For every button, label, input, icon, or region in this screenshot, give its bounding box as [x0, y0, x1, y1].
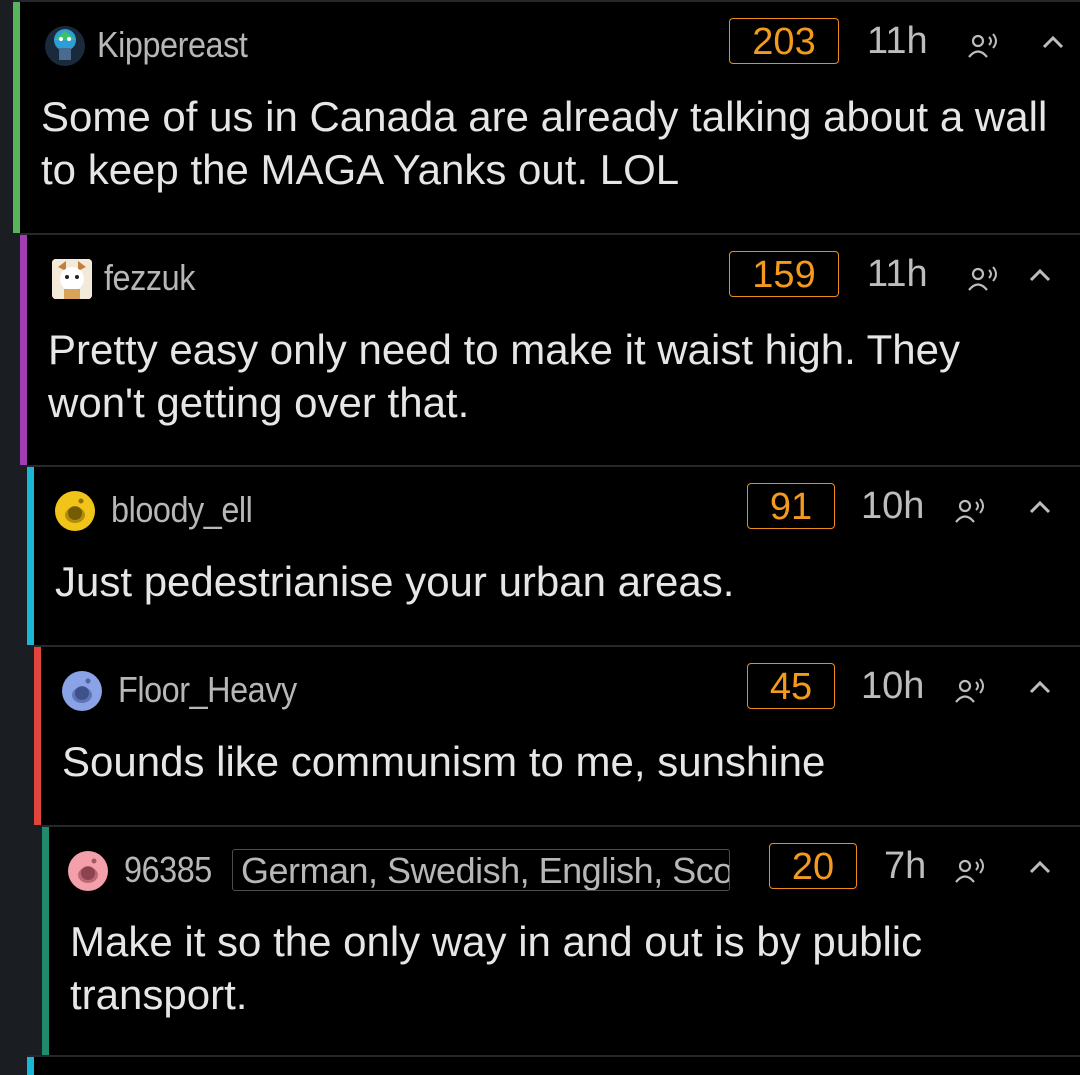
speaker-icon[interactable]: [954, 857, 988, 885]
username[interactable]: 96385: [124, 849, 212, 891]
timestamp: 10h: [861, 665, 925, 707]
comment-header: 96385 German, Swedish, English, Scot 20 …: [42, 827, 1080, 891]
collapse-chevron-icon[interactable]: [1027, 857, 1053, 877]
snoo-avatar-icon[interactable]: [55, 491, 95, 531]
comment[interactable]: Kippereast 203 11h Some of us in Canada …: [13, 0, 1080, 233]
user-avatar-icon[interactable]: [45, 26, 85, 66]
depth-bar: [27, 1057, 34, 1075]
comment-text: Sounds like communism to me, sunshine: [62, 738, 826, 785]
username[interactable]: fezzuk: [104, 257, 195, 299]
comment[interactable]: 96385 German, Swedish, English, Scot 20 …: [42, 825, 1080, 1057]
comment-header: Floor_Heavy 45 10h: [34, 647, 1080, 711]
collapse-chevron-icon[interactable]: [1027, 677, 1053, 697]
snoo-avatar-icon[interactable]: [62, 671, 102, 711]
user-flair: German, Swedish, English, Scot: [232, 849, 730, 891]
comment-header: fezzuk 159 11h: [20, 235, 1080, 299]
comment-header: Kippereast 203 11h: [13, 2, 1080, 66]
timestamp: 11h: [867, 20, 928, 62]
comment-text: Pretty easy only need to make it waist h…: [48, 326, 961, 426]
score-badge: 159: [729, 251, 839, 297]
score-badge: 203: [729, 18, 839, 64]
timestamp: 11h: [867, 253, 928, 295]
collapse-chevron-icon[interactable]: [1040, 32, 1066, 52]
timestamp: 10h: [861, 485, 925, 527]
speaker-icon[interactable]: [954, 497, 988, 525]
comment[interactable]: fezzuk 159 11h Pretty easy only need to …: [20, 233, 1080, 465]
username[interactable]: Floor_Heavy: [118, 669, 297, 711]
username[interactable]: bloody_ell: [111, 489, 253, 531]
score-badge: 20: [769, 843, 857, 889]
comment[interactable]: bloody_ell 91 10h Just pedestrianise you…: [27, 465, 1080, 645]
speaker-icon[interactable]: [967, 32, 1001, 60]
score-badge: 91: [747, 483, 835, 529]
speaker-icon[interactable]: [967, 265, 1001, 293]
score-badge: 45: [747, 663, 835, 709]
collapse-chevron-icon[interactable]: [1027, 265, 1053, 285]
speaker-icon[interactable]: [954, 677, 988, 705]
comment-text: Some of us in Canada are already talking…: [41, 93, 1048, 193]
comment[interactable]: Floor_Heavy 45 10h Sounds like communism…: [34, 645, 1080, 825]
username[interactable]: Kippereast: [97, 24, 248, 66]
comment-text: Make it so the only way in and out is by…: [70, 918, 923, 1018]
snoo-avatar-icon[interactable]: [68, 851, 108, 891]
timestamp: 7h: [884, 845, 927, 887]
user-avatar-icon[interactable]: [52, 259, 92, 299]
comment[interactable]: [27, 1055, 1080, 1075]
collapse-chevron-icon[interactable]: [1027, 497, 1053, 517]
comment-header: bloody_ell 91 10h: [27, 467, 1080, 531]
comment-text: Just pedestrianise your urban areas.: [55, 558, 735, 605]
